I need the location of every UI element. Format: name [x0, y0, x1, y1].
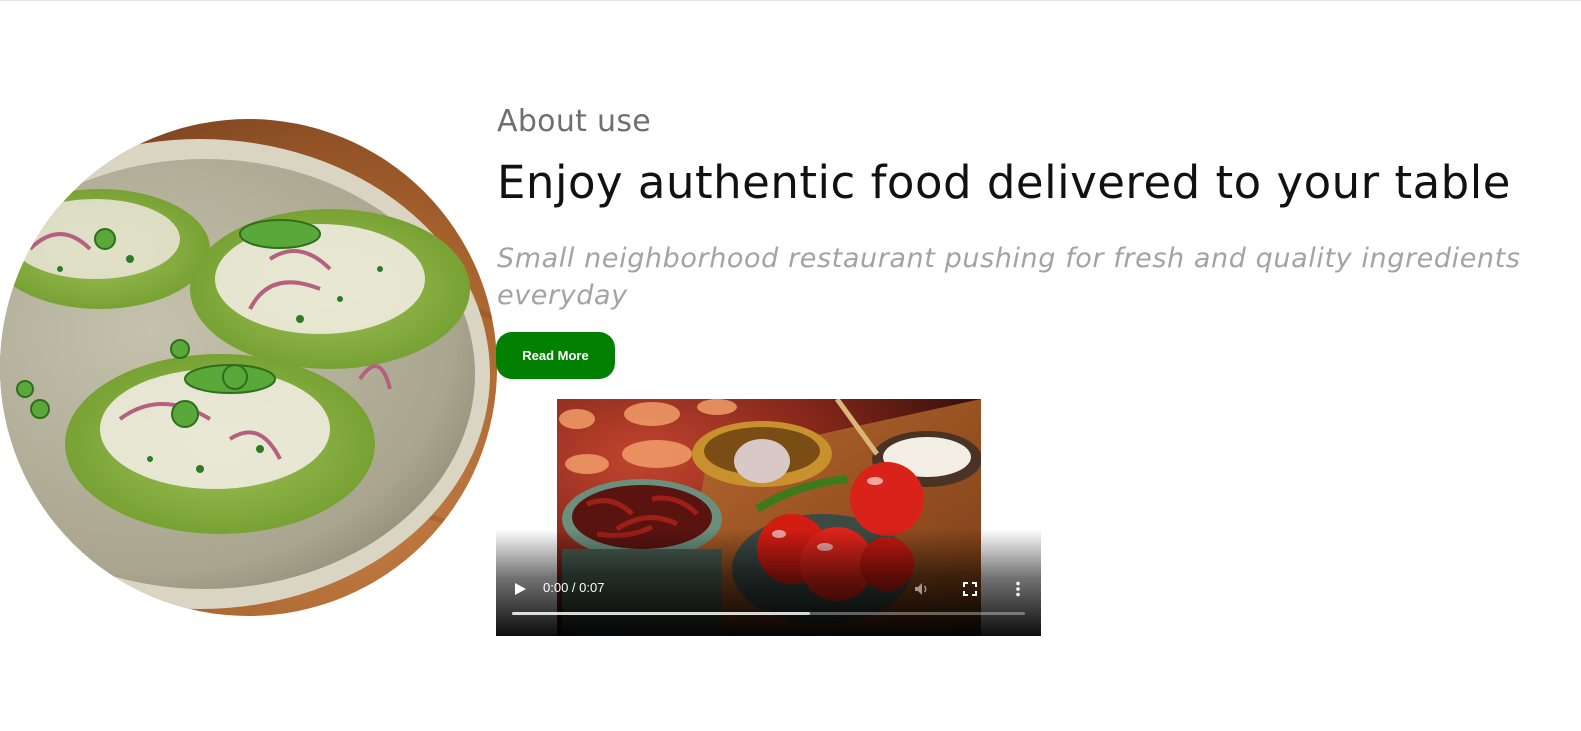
top-divider: [0, 0, 1581, 1]
play-icon[interactable]: [510, 579, 530, 599]
section-headline: Enjoy authentic food delivered to your t…: [497, 156, 1511, 209]
video-buffered-bar: [512, 612, 810, 615]
section-eyebrow: About use: [497, 104, 652, 139]
volume-icon[interactable]: [912, 579, 932, 599]
read-more-button[interactable]: Read More: [496, 332, 615, 379]
video-time: 0:00 / 0:07: [543, 580, 605, 595]
video-progress-track[interactable]: [512, 612, 1025, 615]
food-photo: [0, 119, 497, 616]
more-vert-icon[interactable]: [1008, 579, 1028, 599]
section-tagline: Small neighborhood restaurant pushing fo…: [497, 243, 1521, 311]
video-player[interactable]: 0:00 / 0:07: [496, 399, 1041, 636]
fullscreen-icon[interactable]: [960, 579, 980, 599]
